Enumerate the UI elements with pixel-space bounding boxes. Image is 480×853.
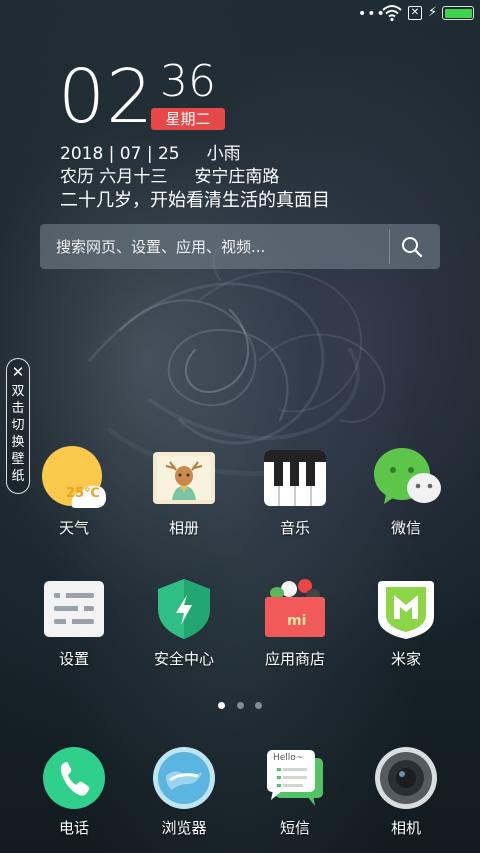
page-dot[interactable] bbox=[218, 702, 225, 709]
app-label: 微信 bbox=[390, 519, 421, 537]
app-store-icon: mi bbox=[263, 577, 327, 641]
wechat-icon bbox=[374, 446, 441, 510]
clock-minute: 36 bbox=[160, 56, 216, 107]
date-weather-line: 2018 | 07 | 25 小雨 bbox=[60, 143, 241, 165]
weather-temperature: 25℃ bbox=[66, 486, 100, 501]
app-label: 应用商店 bbox=[264, 650, 325, 668]
clock-hour: 02 bbox=[58, 54, 155, 140]
app-store[interactable]: mi 应用商店 bbox=[245, 577, 345, 669]
browser-icon bbox=[152, 746, 216, 810]
app-label: 安全中心 bbox=[153, 650, 214, 668]
app-label: 米家 bbox=[390, 650, 421, 668]
weather-icon: 25℃ bbox=[42, 446, 106, 510]
app-label: 相册 bbox=[168, 519, 199, 537]
gallery-icon bbox=[152, 446, 216, 510]
status-bar: ••• ✕ ⚡ bbox=[0, 0, 480, 28]
music-icon bbox=[263, 446, 327, 510]
weekday-badge: 星期二 bbox=[151, 108, 225, 130]
settings-icon bbox=[42, 577, 106, 641]
search-icon[interactable] bbox=[400, 235, 424, 259]
page-dot[interactable] bbox=[255, 702, 262, 709]
app-gallery[interactable]: 相册 bbox=[134, 446, 234, 538]
battery-icon bbox=[442, 6, 474, 20]
page-dot[interactable] bbox=[237, 702, 244, 709]
weather-text: 小雨 bbox=[206, 144, 241, 164]
app-settings[interactable]: 设置 bbox=[24, 577, 124, 669]
phone-icon bbox=[42, 746, 106, 810]
charging-icon: ⚡ bbox=[428, 5, 438, 20]
sms-bubble-text: Hello~ bbox=[273, 753, 304, 763]
app-label: 电话 bbox=[58, 819, 89, 837]
app-mijia[interactable]: 米家 bbox=[356, 577, 456, 669]
sim-x-icon: ✕ bbox=[408, 6, 422, 20]
search-bar[interactable]: 搜索网页、设置、应用、视频... bbox=[40, 224, 440, 269]
app-security[interactable]: 安全中心 bbox=[134, 577, 234, 669]
app-wechat[interactable]: 微信 bbox=[356, 446, 456, 538]
location-text: 安宁庄南路 bbox=[194, 167, 280, 187]
lunar-location-line: 农历 六月十三 安宁庄南路 bbox=[60, 166, 279, 188]
date-text: 2018 | 07 | 25 bbox=[60, 144, 180, 164]
dock-phone[interactable]: 电话 bbox=[24, 746, 124, 838]
motto-text: 二十几岁，开始看清生活的真面目 bbox=[60, 190, 330, 211]
dock-browser[interactable]: 浏览器 bbox=[134, 746, 234, 838]
app-music[interactable]: 音乐 bbox=[245, 446, 345, 538]
search-placeholder[interactable]: 搜索网页、设置、应用、视频... bbox=[56, 236, 265, 257]
lunar-date-text: 农历 六月十三 bbox=[60, 167, 168, 187]
dock-camera[interactable]: 相机 bbox=[356, 746, 456, 838]
camera-icon bbox=[374, 746, 438, 810]
app-label: 短信 bbox=[279, 819, 310, 837]
battery-level bbox=[444, 8, 472, 18]
close-icon[interactable]: ✕ bbox=[11, 365, 25, 380]
app-label: 音乐 bbox=[279, 519, 310, 537]
mijia-icon bbox=[374, 577, 438, 641]
security-icon bbox=[152, 577, 216, 641]
app-label: 浏览器 bbox=[161, 819, 207, 837]
page-indicator bbox=[0, 702, 480, 712]
app-label: 设置 bbox=[58, 650, 89, 668]
messages-icon: Hello~ bbox=[263, 746, 327, 810]
store-logo-text: mi bbox=[287, 613, 307, 629]
app-weather[interactable]: 25℃ 天气 bbox=[24, 446, 124, 538]
dock-messages[interactable]: Hello~ 短信 bbox=[245, 746, 345, 838]
search-divider bbox=[389, 229, 390, 264]
wifi-icon bbox=[382, 5, 402, 22]
app-label: 天气 bbox=[58, 519, 89, 537]
app-label: 相机 bbox=[390, 819, 421, 837]
